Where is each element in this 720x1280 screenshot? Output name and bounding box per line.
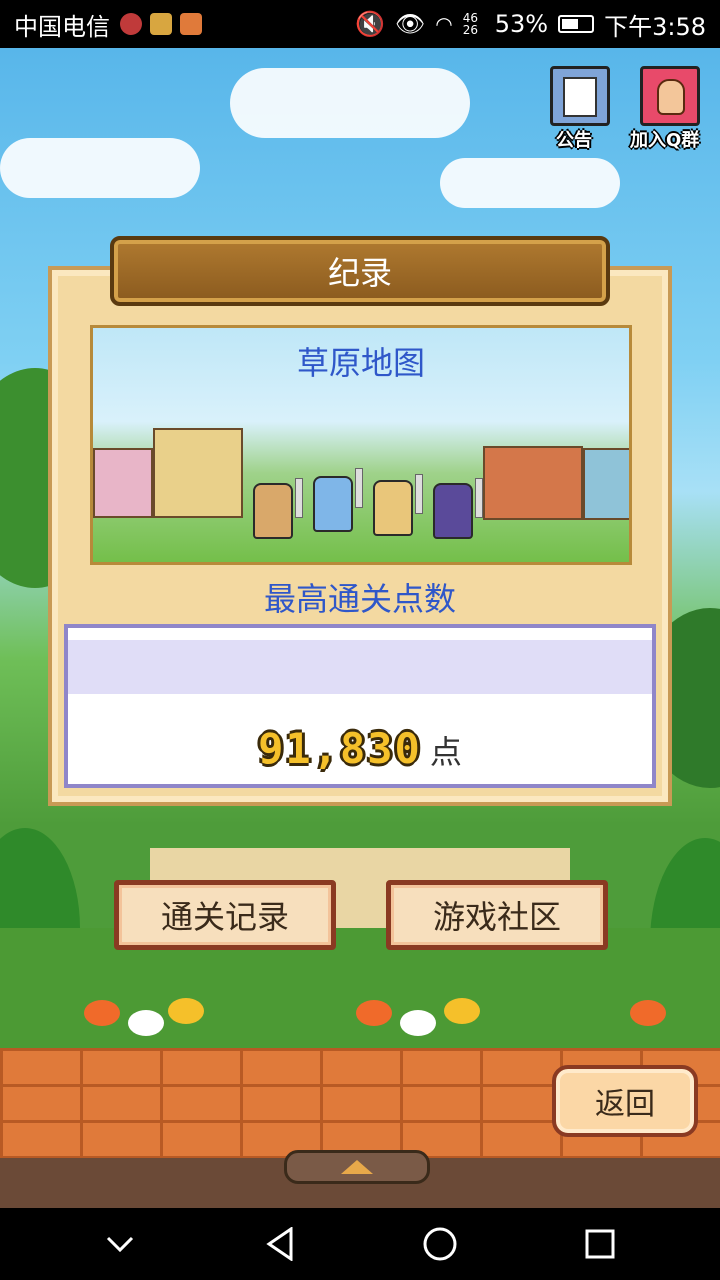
hide-nav-button[interactable] <box>100 1224 140 1264</box>
document-icon <box>563 77 597 117</box>
battery-percent: 53% <box>494 10 549 38</box>
score-unit: 点 <box>429 733 462 771</box>
clear-record-button[interactable]: 通关记录 <box>114 880 336 950</box>
tray-expand-button[interactable] <box>284 1150 430 1184</box>
score-value-row: 91,830 点 <box>68 724 652 773</box>
play-notification-icon <box>180 13 202 35</box>
house <box>153 428 243 518</box>
home-circle-icon <box>423 1227 457 1261</box>
flower <box>84 1000 120 1026</box>
carrier-name: 中国电信 <box>14 12 110 41</box>
map-name: 草原地图 <box>296 344 425 382</box>
hero-ninja <box>433 483 473 539</box>
wifi-icon: ◠ <box>435 12 453 36</box>
cloud <box>230 68 470 138</box>
gallery-notification-icon <box>150 13 172 35</box>
flower <box>630 1000 666 1026</box>
sword-icon <box>475 478 483 518</box>
back-button[interactable]: 返回 <box>552 1065 698 1137</box>
score-band <box>68 640 652 694</box>
chevron-down-icon <box>106 1236 134 1252</box>
back-nav-button[interactable] <box>260 1224 300 1264</box>
hero-knight <box>313 476 353 532</box>
eye-icon: 👁 <box>394 10 426 38</box>
arrow-up-icon <box>341 1160 373 1174</box>
record-panel-title: 纪录 <box>110 236 610 306</box>
flower <box>128 1010 164 1036</box>
qq-group-icon[interactable] <box>640 66 700 126</box>
sword-icon <box>415 474 423 514</box>
flower <box>400 1010 436 1036</box>
recents-nav-button[interactable] <box>580 1224 620 1264</box>
flower <box>356 1000 392 1026</box>
cloud <box>0 138 200 198</box>
score-label: 最高通关点数 <box>263 580 456 618</box>
app-notification-icon <box>120 13 142 35</box>
sword-icon <box>355 468 363 508</box>
hero-explorer <box>373 480 413 536</box>
house <box>93 448 153 518</box>
score-box: 91,830 点 <box>64 624 656 788</box>
home-nav-button[interactable] <box>420 1224 460 1264</box>
navigation-bar <box>0 1208 720 1280</box>
map-preview: 草原地图 <box>90 325 632 565</box>
network-type: 46 26 <box>462 11 479 37</box>
cloud <box>440 158 620 208</box>
grass-strip <box>0 928 720 1048</box>
battery-icon <box>558 15 595 33</box>
qq-group-label[interactable]: 加入Q群 <box>630 126 699 152</box>
status-bar: 中国电信 🔇 👁 ◠ 46 26 53% 下午3:58 <box>0 0 720 48</box>
hero-fighter <box>253 483 293 539</box>
sword-icon <box>295 478 303 518</box>
flower <box>444 998 480 1024</box>
clock: 下午3:58 <box>604 12 706 41</box>
mute-icon: 🔇 <box>354 10 385 38</box>
notice-icon[interactable] <box>550 66 610 126</box>
notice-label[interactable]: 公告 <box>556 126 592 152</box>
flower <box>168 998 204 1024</box>
game-community-button[interactable]: 游戏社区 <box>386 880 608 950</box>
back-triangle-icon <box>266 1227 293 1261</box>
house <box>583 448 629 520</box>
house <box>483 446 583 520</box>
recents-square-icon <box>585 1229 615 1259</box>
girl-avatar-icon <box>657 79 685 115</box>
high-score-value: 91,830 <box>258 724 422 773</box>
